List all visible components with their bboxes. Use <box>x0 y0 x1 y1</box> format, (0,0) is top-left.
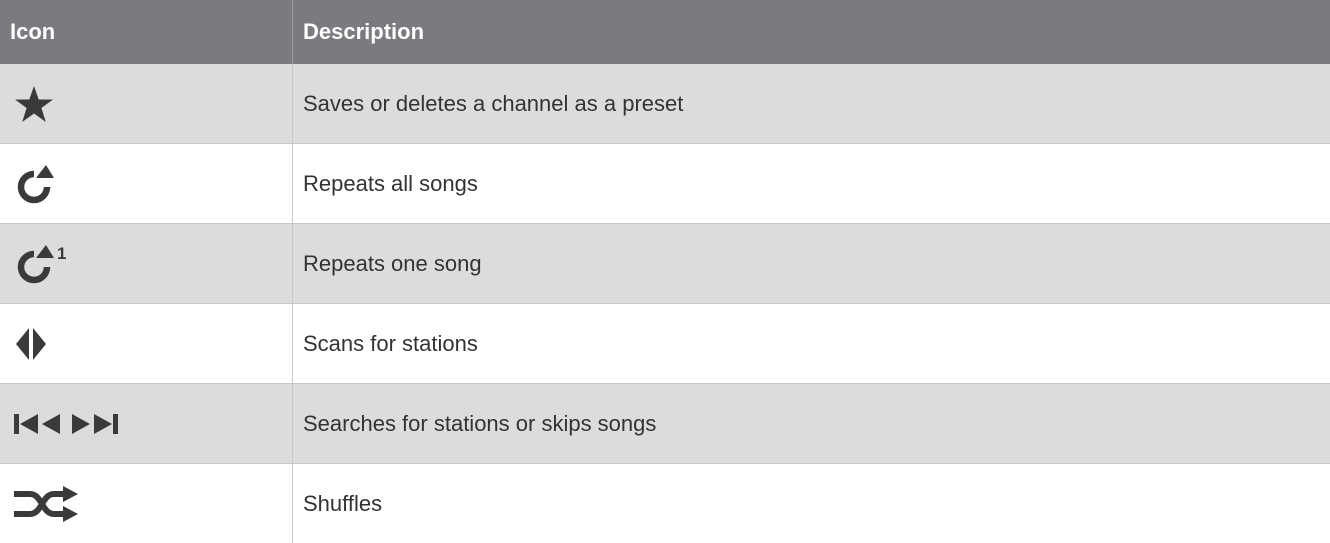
header-description: Description <box>292 0 1330 64</box>
header-icon: Icon <box>10 19 56 44</box>
repeat-one-superscript: 1 <box>57 244 67 263</box>
description-cell: Searches for stations or skips songs <box>292 384 1330 463</box>
table-header: Icon Description <box>0 0 1330 64</box>
icon-description-table: Icon Description Saves or deletes a chan… <box>0 0 1330 543</box>
table-row: Scans for stations <box>0 304 1330 384</box>
shuffle-icon <box>14 485 78 522</box>
seek-skip-icon <box>14 413 118 434</box>
table-row: Repeats all songs <box>0 144 1330 224</box>
icon-cell <box>0 384 292 463</box>
table-row: 1 Repeats one song <box>0 224 1330 304</box>
icon-cell <box>0 464 292 543</box>
description-cell: Saves or deletes a channel as a preset <box>292 64 1330 143</box>
table-row: Shuffles <box>0 464 1330 543</box>
description-cell: Repeats one song <box>292 224 1330 303</box>
repeat-icon <box>17 164 54 203</box>
description-cell: Shuffles <box>292 464 1330 543</box>
icon-cell <box>0 304 292 383</box>
table-row: Saves or deletes a channel as a preset <box>0 64 1330 144</box>
description-cell: Scans for stations <box>292 304 1330 383</box>
icon-cell <box>0 64 292 143</box>
table-row: Searches for stations or skips songs <box>0 384 1330 464</box>
scan-icon <box>16 327 46 360</box>
star-icon <box>15 85 53 122</box>
icon-cell <box>0 144 292 223</box>
description-cell: Repeats all songs <box>292 144 1330 223</box>
repeat-one-icon <box>17 244 54 283</box>
icon-cell: 1 <box>0 224 292 303</box>
